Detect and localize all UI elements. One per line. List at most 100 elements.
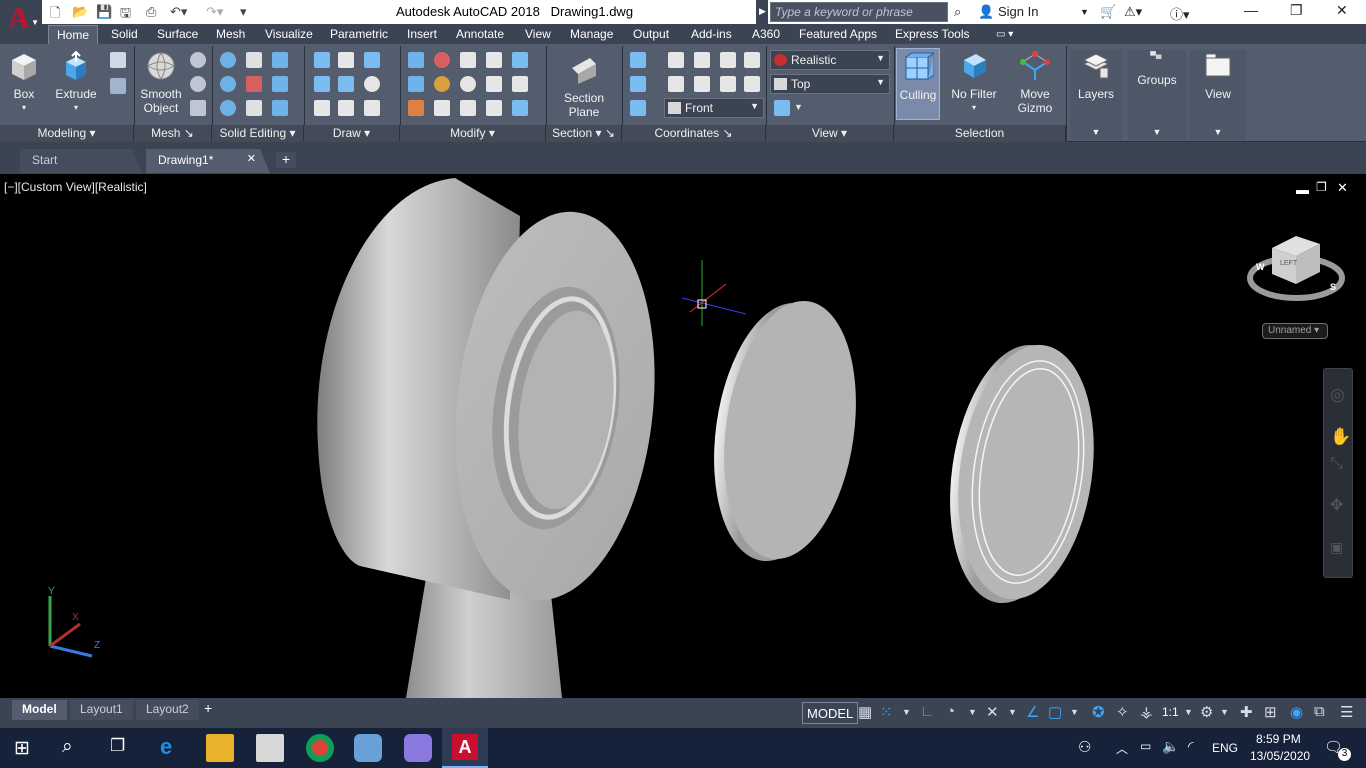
tab-parametric[interactable]: Parametric (330, 27, 388, 41)
3d-rotate-icon[interactable] (408, 76, 424, 92)
view-panel-title[interactable]: View ▾ (766, 125, 894, 142)
viewport-config-icon[interactable] (774, 100, 790, 116)
tab-visualize[interactable]: Visualize (265, 27, 313, 41)
qat-customize-icon[interactable]: ▾ (240, 4, 247, 20)
shell-icon[interactable] (272, 100, 288, 116)
viewport-minimize-icon[interactable]: ▬ (1296, 182, 1309, 197)
ellipse-icon[interactable] (364, 100, 380, 116)
view-panel-button[interactable]: View ▼ (1190, 50, 1246, 140)
tab-output[interactable]: Output (633, 27, 669, 41)
drawing-viewport[interactable]: LEFT W S Y X Z ▬ ❐ ✕ (0, 176, 1366, 698)
ucs-world-icon[interactable] (630, 76, 646, 92)
new-tab-button[interactable]: + (276, 152, 296, 168)
smooth-object-button[interactable]: Smooth Object (138, 50, 184, 115)
tab-surface[interactable]: Surface (157, 27, 198, 41)
doc-tab-drawing1[interactable]: Drawing1* ✕ (146, 149, 270, 173)
ucs-icon[interactable] (630, 52, 646, 68)
line-icon[interactable] (338, 76, 354, 92)
ucs-origin-icon[interactable] (694, 52, 710, 68)
ucs-face-icon[interactable] (744, 76, 760, 92)
section-plane-button[interactable]: Section Plane (556, 54, 612, 119)
cart-icon[interactable]: 🛒 (1100, 4, 1116, 20)
copy-icon[interactable] (486, 52, 502, 68)
calculator-icon[interactable] (256, 734, 284, 762)
zoom-extents-icon[interactable]: ⤡ (1330, 455, 1343, 473)
pan-icon[interactable]: ✋ (1330, 427, 1351, 447)
rectangle-icon[interactable] (338, 100, 354, 116)
show-hidden-icons-icon[interactable]: ︿ (1116, 740, 1128, 757)
binoculars-icon[interactable]: ⌕ (954, 4, 961, 20)
osnap-dropdown-icon[interactable]: ▼ (1070, 707, 1079, 717)
recorder-app-icon[interactable] (404, 734, 432, 762)
viewcube-face-label[interactable]: LEFT (1280, 260, 1297, 267)
model-space-button[interactable]: MODEL (802, 702, 859, 724)
layers-button[interactable]: Layers ▼ (1070, 50, 1122, 140)
extrude-button[interactable]: Extrude ▾ (54, 50, 98, 115)
ucs-view-icon[interactable] (720, 52, 736, 68)
close-icon[interactable]: ✕ (1336, 2, 1348, 19)
coordinates-panel-title[interactable]: Coordinates ↘ (622, 125, 766, 142)
extract-edges-icon[interactable] (246, 52, 262, 68)
workspace-gear-icon[interactable]: ⚙ (1200, 703, 1213, 721)
snap-mode-icon[interactable]: ⁙ (880, 703, 893, 721)
minimize-icon[interactable]: — (1244, 2, 1258, 18)
language-indicator[interactable]: ENG (1212, 741, 1238, 755)
polar-tracking-icon[interactable]: ◔ (946, 703, 955, 720)
tab-annotate[interactable]: Annotate (456, 27, 504, 41)
doc-tab-start[interactable]: Start (20, 149, 142, 173)
auto-scale-icon[interactable]: ✧ (1116, 703, 1129, 721)
mesh-refine-icon[interactable] (190, 100, 206, 116)
3d-align-icon[interactable] (434, 52, 450, 68)
battery-icon[interactable]: ▭ (1140, 739, 1151, 753)
hardware-acceleration-icon[interactable]: ◉ (1290, 703, 1303, 721)
help-icon[interactable]: ⓘ▾ (1170, 4, 1190, 23)
redo-icon[interactable]: ↷▾ (206, 4, 223, 20)
snap-dropdown-icon[interactable]: ▼ (902, 707, 911, 717)
isodraft-icon[interactable]: ✕ (986, 703, 999, 721)
subtract-icon[interactable] (220, 76, 236, 92)
stretch-icon[interactable] (486, 76, 502, 92)
wifi-icon[interactable]: ◜ (1188, 738, 1193, 755)
section-panel-title[interactable]: Section ▾ ↘ (546, 125, 622, 142)
tab-mesh[interactable]: Mesh (216, 27, 245, 41)
layout-tab-model[interactable]: Model (12, 700, 67, 720)
ucs-y-icon[interactable] (694, 76, 710, 92)
array-icon[interactable] (512, 100, 528, 116)
print-icon[interactable]: ⎙ (146, 4, 156, 20)
compass-south-label[interactable]: S (1330, 282, 1336, 292)
intersect-icon[interactable] (220, 100, 236, 116)
ribbon-minimize-icon[interactable]: ▭ ▾ (996, 29, 1013, 40)
new-layout-button[interactable]: + (204, 700, 212, 716)
ucs-named-icon[interactable] (668, 52, 684, 68)
paint-icon[interactable] (354, 734, 382, 762)
search-input[interactable]: Type a keyword or phrase (770, 2, 948, 22)
modeling-panel-title[interactable]: Modeling ▾ (0, 125, 134, 142)
interfere-icon[interactable] (246, 100, 262, 116)
task-view-icon[interactable]: ❐ (110, 736, 125, 756)
open-file-icon[interactable]: 📂 (72, 4, 88, 20)
chrome-icon[interactable] (306, 734, 334, 762)
annotation-monitor-icon[interactable]: ✚ (1240, 703, 1253, 721)
tab-solid[interactable]: Solid (111, 27, 138, 41)
extrude-edge-icon[interactable] (408, 52, 424, 68)
edge-browser-icon[interactable]: e (160, 734, 172, 760)
compass-west-label[interactable]: W (1256, 262, 1265, 272)
customization-menu-icon[interactable]: ☰ (1340, 703, 1353, 721)
showmotion-icon[interactable]: ▣ (1330, 539, 1343, 556)
ucs-menu[interactable]: Unnamed ▾ (1262, 323, 1328, 339)
undo-icon[interactable]: ↶▾ (170, 4, 187, 20)
mesh-panel-title[interactable]: Mesh ↘ (134, 125, 212, 142)
separate-icon[interactable] (272, 76, 288, 92)
annotation-visibility-icon[interactable]: ✪ (1092, 703, 1105, 721)
tab-home[interactable]: Home (48, 25, 99, 44)
helix-icon[interactable] (338, 52, 354, 68)
application-menu-button[interactable]: A ▼ (0, 0, 42, 42)
visual-style-select[interactable]: Realistic ▼ (770, 50, 890, 70)
modify-panel-title[interactable]: Modify ▾ (400, 125, 546, 142)
units-icon[interactable]: ⊞ (1264, 703, 1277, 721)
front-view-select[interactable]: Front ▼ (664, 98, 764, 118)
save-icon[interactable]: 💾 (96, 4, 112, 20)
tab-insert[interactable]: Insert (407, 27, 437, 41)
save-as-icon[interactable]: 🖫 (120, 4, 131, 26)
groups-button[interactable]: Groups ▼ (1128, 50, 1186, 140)
